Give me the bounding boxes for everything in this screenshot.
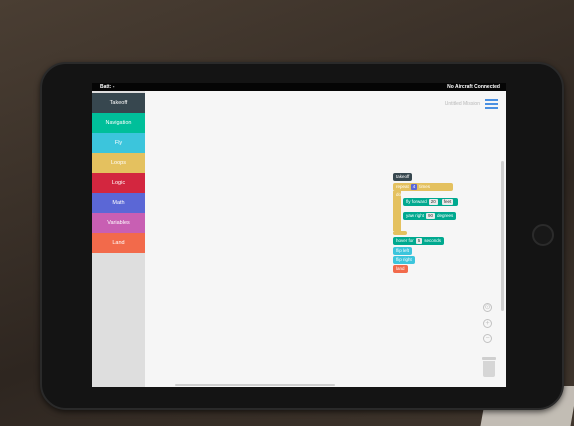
hamburger-menu-icon[interactable] — [485, 99, 498, 110]
category-takeoff[interactable]: Takeoff — [92, 93, 145, 113]
block-flip-right[interactable]: flip right — [393, 256, 415, 264]
category-logic[interactable]: Logic — [92, 173, 145, 193]
block-takeoff-label: takeoff — [396, 174, 410, 179]
category-loops[interactable]: Loops — [92, 153, 145, 173]
repeat-count-field[interactable]: 4 — [410, 184, 418, 190]
trash-icon[interactable] — [482, 357, 496, 377]
fly-forward-unit[interactable]: feet — [441, 199, 454, 205]
mission-title[interactable]: Untitled Mission — [445, 101, 480, 107]
horizontal-scrollbar[interactable] — [175, 384, 335, 386]
block-workspace[interactable]: Untitled Mission takeoff repeat 4 times do… — [145, 91, 506, 387]
zoom-out-icon[interactable]: − — [483, 334, 492, 343]
battery-status: Batt: - — [100, 84, 115, 90]
block-fly-forward[interactable]: fly forward 20 feet — [403, 198, 459, 206]
category-variables[interactable]: Variables — [92, 213, 145, 233]
block-flip-left[interactable]: flip left — [393, 247, 413, 255]
block-land[interactable]: land — [393, 265, 408, 273]
block-hover[interactable]: hover for 5 seconds — [393, 237, 445, 245]
status-bar: Batt: - No Aircraft Connected — [92, 83, 506, 91]
repeat-suffix: times — [419, 184, 431, 189]
land-label: land — [396, 266, 405, 271]
hover-label: hover for — [396, 238, 414, 243]
fly-forward-label: fly forward — [406, 199, 427, 204]
category-land[interactable]: Land — [92, 233, 145, 253]
repeat-body-bar: do — [393, 191, 401, 231]
hover-value[interactable]: 5 — [415, 238, 423, 244]
block-yaw-right[interactable]: yaw right 90 degrees — [403, 212, 457, 220]
yaw-right-label: yaw right — [406, 213, 425, 218]
fly-forward-value[interactable]: 20 — [428, 199, 438, 205]
app-screen: Batt: - No Aircraft Connected Takeoff Na… — [92, 83, 506, 387]
hover-unit: seconds — [424, 238, 442, 243]
zoom-in-icon[interactable]: + — [483, 319, 492, 328]
flip-left-label: flip left — [396, 248, 410, 253]
zoom-reset-icon[interactable]: ⊙ — [483, 303, 492, 312]
yaw-right-unit: degrees — [437, 213, 454, 218]
repeat-bottom — [393, 231, 407, 235]
block-takeoff[interactable]: takeoff — [393, 173, 413, 181]
connection-status: No Aircraft Connected — [447, 84, 500, 90]
repeat-label: repeat — [396, 184, 409, 189]
category-navigation[interactable]: Navigation — [92, 113, 145, 133]
home-button[interactable] — [532, 224, 554, 246]
repeat-do-label: do — [396, 192, 402, 197]
block-category-sidebar: Takeoff Navigation Fly Loops Logic Math … — [92, 91, 145, 387]
yaw-right-value[interactable]: 90 — [426, 213, 436, 219]
category-fly[interactable]: Fly — [92, 133, 145, 153]
block-repeat[interactable]: repeat 4 times — [393, 183, 453, 191]
flip-right-label: flip right — [396, 257, 412, 262]
category-math[interactable]: Math — [92, 193, 145, 213]
vertical-scrollbar[interactable] — [501, 161, 504, 311]
